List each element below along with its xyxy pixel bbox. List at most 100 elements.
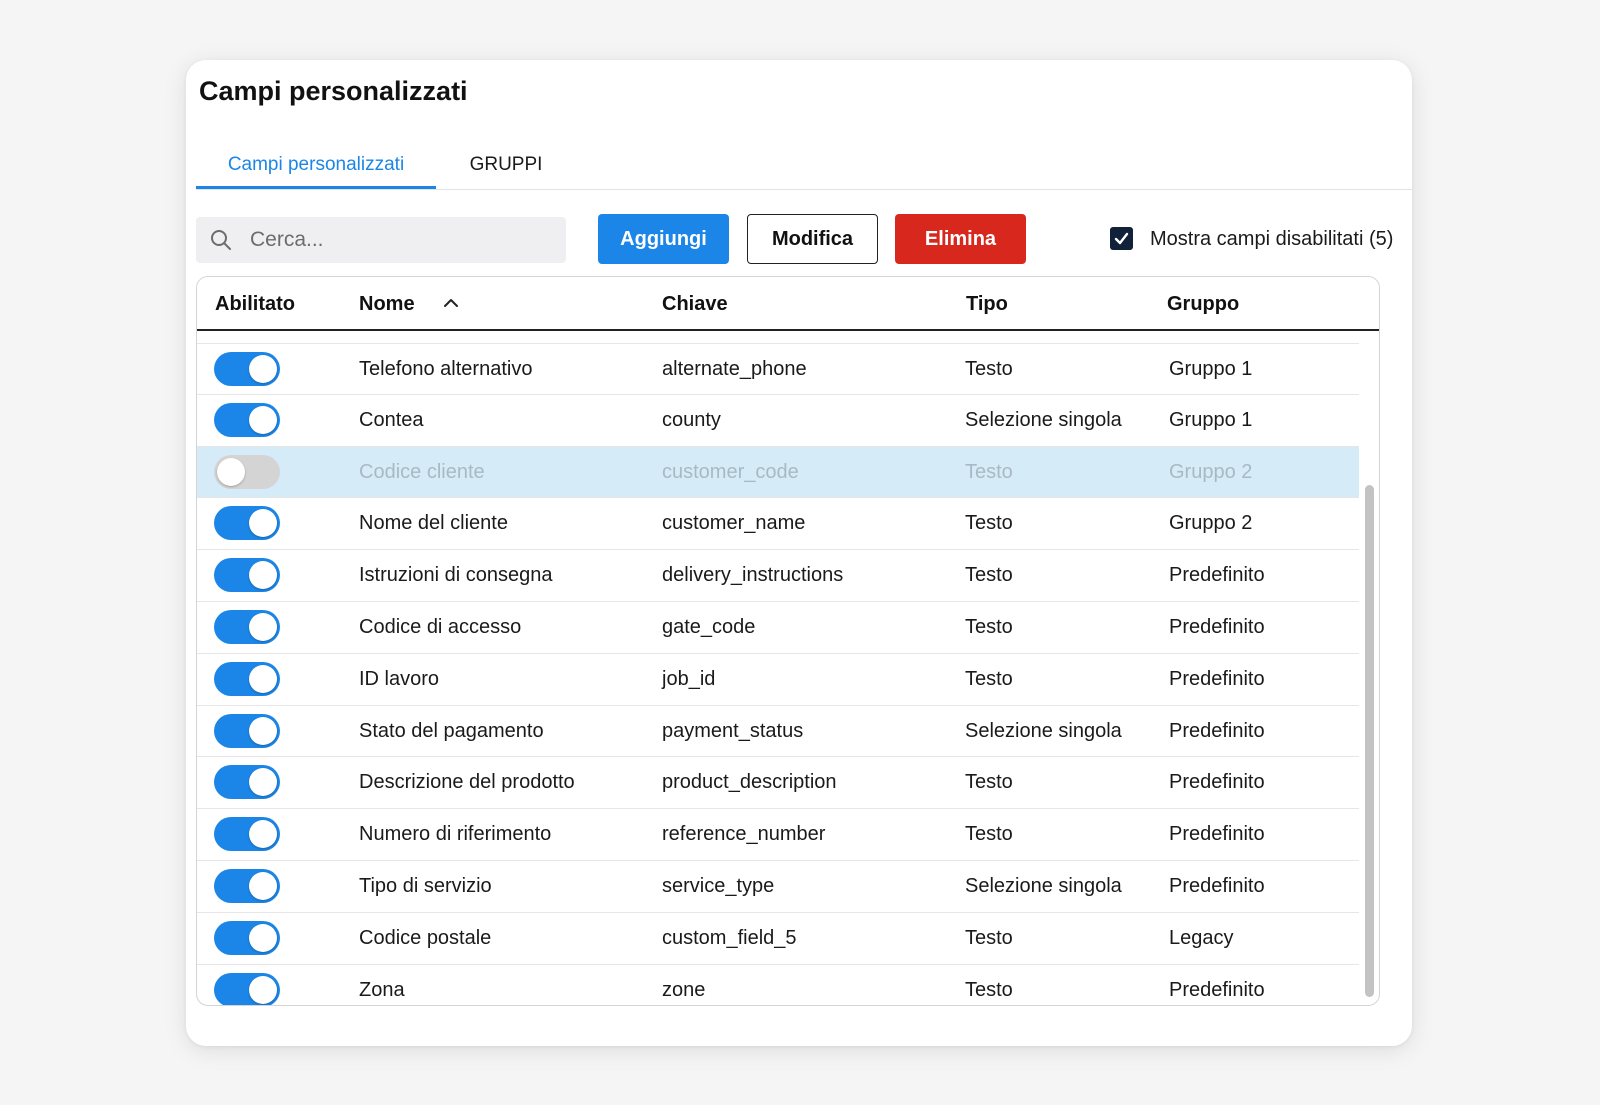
table-row[interactable]: Numero di riferimento reference_number Tes…: [197, 809, 1360, 861]
cell-type: Testo: [965, 512, 1013, 535]
table-row[interactable]: Codice cliente customer_code Testo Gruppo 2: [197, 446, 1360, 499]
cell-group: Predefinito: [1169, 874, 1265, 897]
tab-bar: Campi personalizzati GRUPPI: [196, 136, 1412, 190]
show-disabled-label: Mostra campi disabilitati (5): [1150, 228, 1394, 250]
cell-group: Gruppo 2: [1169, 512, 1253, 535]
cell-type: Testo: [965, 978, 1013, 1001]
cell-name: Codice di accesso: [359, 615, 522, 638]
cell-name: Tipo di servizio: [359, 874, 492, 897]
cell-key: service_type: [662, 874, 775, 897]
cell-name: Descrizione del prodotto: [359, 771, 575, 794]
cell-name: Stato del pagamento: [359, 719, 544, 742]
cell-type: Testo: [965, 460, 1013, 483]
table-row[interactable]: Stato del pagamento payment_status Selezio…: [197, 706, 1360, 758]
toggle-knob: [249, 561, 277, 590]
toggle-knob: [249, 612, 277, 641]
cell-key: reference_number: [662, 823, 826, 846]
enabled-toggle[interactable]: [214, 558, 280, 593]
enabled-toggle[interactable]: [214, 713, 280, 748]
cell-group: Predefinito: [1169, 564, 1265, 587]
add-button[interactable]: Aggiungi: [598, 214, 729, 264]
table-row[interactable]: Tipo di servizio service_type Selezione si…: [197, 861, 1360, 913]
enabled-toggle[interactable]: [214, 868, 280, 903]
cell-key: zone: [662, 978, 706, 1001]
enabled-toggle[interactable]: [214, 352, 280, 386]
cell-name: Contea: [359, 408, 424, 431]
table-header: Abilitato Nome Chiave Tipo Gruppo: [197, 277, 1379, 331]
tab-groups[interactable]: GRUPPI: [464, 136, 548, 188]
cell-type: Selezione singola: [965, 719, 1122, 742]
cell-type: Testo: [965, 926, 1013, 949]
enabled-toggle[interactable]: [214, 920, 280, 955]
cell-key: county: [662, 408, 721, 431]
table-row[interactable]: Descrizione del prodotto product_descript…: [197, 757, 1360, 810]
toggle-knob: [217, 457, 245, 486]
toggle-knob: [249, 405, 277, 434]
toggle-knob: [249, 664, 277, 693]
scrollbar-track[interactable]: [1359, 333, 1379, 1005]
show-disabled-checkbox[interactable]: [1110, 227, 1133, 250]
cell-type: Testo: [965, 564, 1013, 587]
tab-custom-fields[interactable]: Campi personalizzati: [196, 136, 436, 189]
cell-name: ID lavoro: [359, 667, 440, 690]
cell-name: Numero di riferimento: [359, 823, 552, 846]
cell-type: Testo: [965, 823, 1013, 846]
cell-key: product_description: [662, 771, 837, 794]
table-row[interactable]: ID lavoro job_id Testo Predefinito: [197, 654, 1360, 706]
cell-type: Testo: [965, 358, 1013, 380]
enabled-toggle[interactable]: [214, 765, 280, 800]
table-row[interactable]: Zona zone Testo Predefinito: [197, 965, 1360, 1005]
cell-group: Predefinito: [1169, 667, 1265, 690]
cell-key: job_id: [662, 667, 716, 690]
cell-type: Selezione singola: [965, 408, 1122, 431]
column-header-key: Chiave: [662, 293, 728, 315]
table-row[interactable]: Istruzioni di consegna delivery_instructi…: [197, 550, 1360, 602]
search-box[interactable]: [196, 217, 566, 263]
cell-name: Codice postale: [359, 926, 492, 949]
table-body: Telefono alternativo alternate_phone Testo…: [197, 343, 1360, 1005]
enabled-toggle[interactable]: [214, 661, 280, 696]
toggle-knob: [249, 820, 277, 849]
enabled-toggle[interactable]: [214, 402, 280, 437]
cell-key: payment_status: [662, 719, 804, 742]
column-header-enabled: Abilitato: [215, 293, 295, 315]
column-header-group: Gruppo: [1167, 293, 1240, 315]
cell-type: Testo: [965, 771, 1013, 794]
delete-button[interactable]: Elimina: [895, 214, 1026, 264]
enabled-toggle[interactable]: [214, 506, 280, 541]
toggle-knob: [249, 716, 277, 745]
column-header-name[interactable]: Nome: [359, 277, 415, 331]
table-row[interactable]: Nome del cliente customer_name Testo Gruppo…: [197, 498, 1360, 551]
search-input[interactable]: [250, 217, 550, 263]
cell-key: custom_field_5: [662, 926, 797, 949]
enabled-toggle[interactable]: [214, 454, 280, 489]
toggle-knob: [249, 509, 277, 538]
cell-group: Predefinito: [1169, 823, 1265, 846]
table-row[interactable]: Codice postale custom_field_5 Testo Legacy: [197, 913, 1360, 965]
cell-name: Zona: [359, 978, 405, 1001]
table-row[interactable]: Codice di accesso gate_code Testo Predefini…: [197, 602, 1360, 654]
search-icon: [211, 230, 231, 250]
column-header-type: Tipo: [966, 293, 1008, 315]
edit-button[interactable]: Modifica: [747, 214, 878, 264]
page-title: Campi personalizzati: [199, 76, 468, 106]
scrollbar-thumb[interactable]: [1365, 485, 1374, 997]
cell-group: Predefinito: [1169, 615, 1265, 638]
enabled-toggle[interactable]: [214, 817, 280, 852]
cell-name: Telefono alternativo: [359, 358, 533, 380]
cell-key: customer_name: [662, 512, 806, 535]
enabled-toggle[interactable]: [214, 609, 280, 644]
enabled-toggle[interactable]: [214, 972, 280, 1005]
table-row[interactable]: Telefono alternativo alternate_phone Testo…: [197, 343, 1360, 395]
table-row[interactable]: Contea county Selezione singola Gruppo 1: [197, 395, 1360, 447]
cell-key: gate_code: [662, 615, 756, 638]
chevron-up-icon[interactable]: [443, 297, 459, 309]
cell-name: Codice cliente: [359, 460, 485, 483]
cell-type: Selezione singola: [965, 874, 1122, 897]
cell-group: Gruppo 1: [1169, 358, 1253, 380]
cell-group: Predefinito: [1169, 719, 1265, 742]
toggle-knob: [249, 923, 277, 952]
custom-fields-table: Abilitato Nome Chiave Tipo Gruppo Telefo…: [196, 276, 1380, 1006]
cell-type: Testo: [965, 615, 1013, 638]
cell-group: Predefinito: [1169, 771, 1265, 794]
